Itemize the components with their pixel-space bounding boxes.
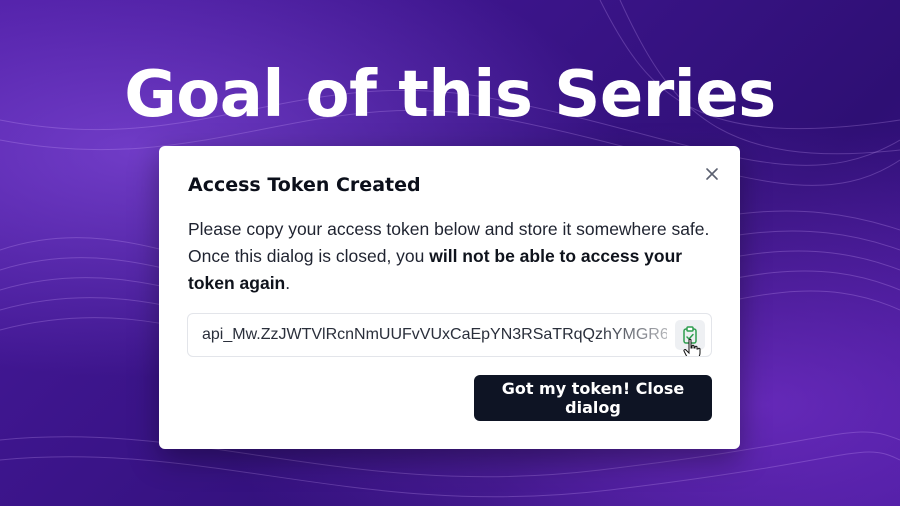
dialog-description: Please copy your access token below and … bbox=[188, 216, 711, 297]
hand-pointer-cursor-icon bbox=[683, 338, 701, 356]
token-value[interactable]: api_Mw.ZzJWTVlRcnNmUUFvVUxCaEpYN3RSaTRqQ… bbox=[202, 326, 667, 344]
access-token-dialog: Access Token Created Please copy your ac… bbox=[159, 146, 740, 449]
slide-title: Goal of this Series bbox=[124, 58, 776, 132]
close-icon bbox=[706, 168, 718, 180]
close-icon-button[interactable] bbox=[702, 164, 722, 184]
close-dialog-button[interactable]: Got my token! Close dialog bbox=[474, 375, 712, 421]
description-end: . bbox=[285, 273, 291, 293]
token-field[interactable]: api_Mw.ZzJWTVlRcnNmUUFvVUxCaEpYN3RSaTRqQ… bbox=[187, 313, 712, 357]
dialog-title: Access Token Created bbox=[188, 174, 421, 196]
